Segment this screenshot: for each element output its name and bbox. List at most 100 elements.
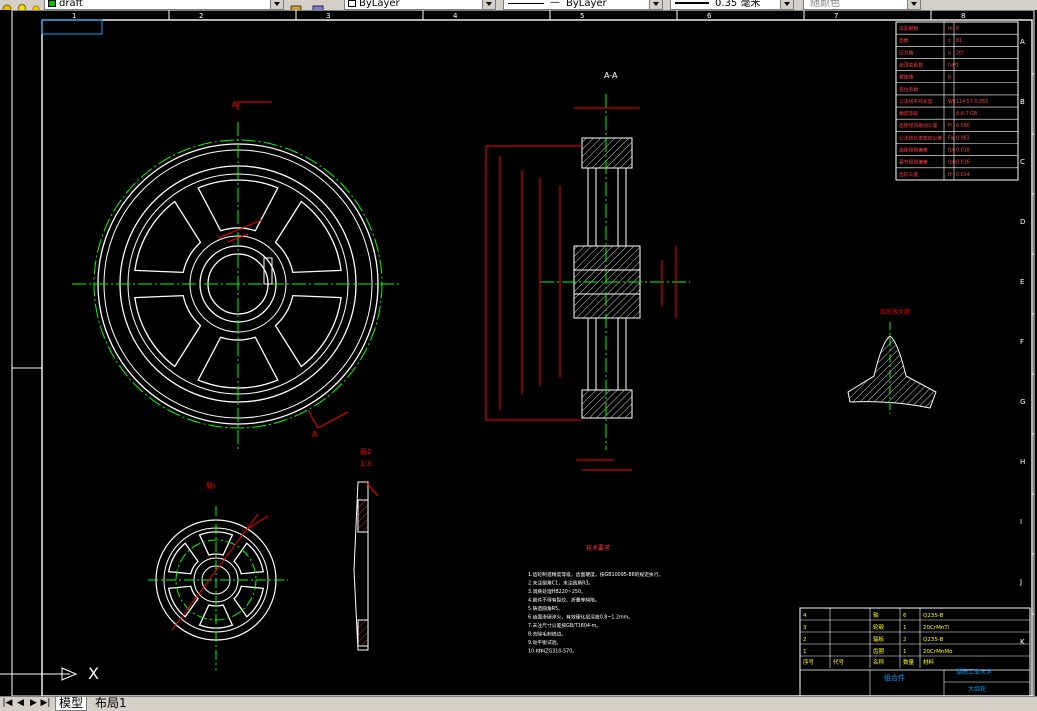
section-arrow-top [237,101,272,110]
zone-number-8: 8 [961,12,965,20]
gear-parameter-table: 法向模数 m 8齿数 z 81压力角 α 20°齿顶高系数 ha* 1螺旋角 β变位系数公法线平均… [895,21,1019,181]
technical-notes: 技术要求 1.齿轮制造精度等级，齿面硬度，按GB10095-88的规定执行。 2.… [528,544,663,655]
detail2-label: 局2 [360,448,371,456]
param-symbol: α [948,51,951,56]
tooth-profile [847,335,937,409]
color-dropdown[interactable]: ByLayer [344,0,496,10]
layer-state-icon[interactable] [2,0,14,14]
section-arrow-bottom [307,409,349,429]
assembly-cell: 组合件 [884,673,905,682]
sun-icon[interactable] [30,0,42,13]
detail1-label: 局I [206,482,215,490]
code-box [41,19,103,35]
zone-number-2: 2 [199,12,203,20]
bom-header: 代号 [833,658,845,666]
lineweight-sample [675,2,709,4]
param-name: 齿数 [899,37,909,44]
zone-letter-I: I [1020,518,1022,526]
bom-cell: 齿圈 [873,648,885,655]
param-symbol: fpb [948,160,956,166]
spoke-window [233,542,265,575]
chevron-down-icon[interactable] [482,0,495,9]
section-mark-top: A [232,100,238,109]
param-value: 0.014 [956,172,970,178]
tab-model[interactable]: 模型 [55,697,88,711]
note-line: 2.未注倒角C1，未注圆角R3。 [528,580,593,587]
lineweight-value: 0.35 毫米 [715,0,761,9]
param-value: 8-8-7 GB [956,111,977,117]
bom-cell: 轴 [873,611,879,619]
school-cell: 湖南工业大学 [956,668,992,676]
bom-header: 材料 [923,658,935,666]
bom-cell: 2 [803,637,807,643]
param-symbol: β [948,75,951,81]
param-symbol: m [948,27,953,32]
note-line: 7.未注尺寸公差按GB/T1804-m。 [528,622,601,629]
layer-color-swatch [48,0,56,7]
param-name: 压力角 [899,49,914,56]
bom-header: 序号 [803,658,815,666]
chevron-down-icon[interactable] [907,0,920,9]
ucs-x-label: X [88,664,99,683]
ucs-icon: X [0,660,99,690]
detail2-scale: 1:3 [360,460,371,468]
zone-letter-K: K [1020,638,1025,646]
param-value: 114.57-0.055 [956,99,988,105]
param-value: 0.018 [956,148,970,154]
note-line: 4.锻件不得有裂纹、折叠等缺陷。 [528,597,600,604]
param-name: 法向模数 [899,25,918,32]
zone-letter-B: B [1020,98,1025,106]
param-symbol: Fr [948,123,952,129]
param-symbol: ff [948,172,952,178]
param-name: 基节极限偏差 [899,159,928,166]
plotstyle-dropdown[interactable]: 随颜色 [803,0,921,10]
note-line: 6.齿面渗碳淬火，有效硬化层深度0.8~1.2mm。 [528,614,633,621]
drawing-canvas[interactable]: 12345678 ABCDEFGHIJK A A A-A 局I 局2 1:3 齿… [0,10,1037,696]
bom-cell: 1 [903,625,907,631]
chevron-down-icon[interactable] [270,0,283,9]
bom-cell: 辐板 [873,635,885,643]
zone-number-1: 1 [72,12,76,20]
detail-view-2 [353,481,379,651]
section-view [573,137,641,419]
param-name: 精度等级 [899,110,918,117]
param-name: 公法线长度变动公差 [899,134,942,141]
bom-header: 名称 [873,658,885,666]
title-block: 4 轴 6 Q235-B 3 轮毂 1 20CrMnTi 2 辐板 2 Q235-B 1 齿圈 1 20CrM… [799,607,1031,696]
layer-previous-icon[interactable] [312,0,324,14]
param-name: 公法线平均长度 [899,98,933,105]
param-value: 8 [956,26,959,32]
layer-dropdown[interactable]: draft [44,0,284,10]
bom-cell: 4 [803,613,807,619]
linetype-value: ByLayer [566,0,607,9]
section-mark-bottom: A [312,430,318,439]
spoke-window [233,585,265,618]
linetype-dropdown[interactable]: — ByLayer [503,0,663,10]
make-current-layer-icon[interactable] [290,0,302,14]
zone-number-5: 5 [580,12,584,20]
last-tab-icon[interactable]: ▶| [40,698,51,709]
param-name: 齿圈径向跳动公差 [899,122,938,129]
zone-number-6: 6 [707,12,712,20]
plotstyle-value: 随颜色 [810,0,840,9]
param-name: 齿距极限偏差 [899,147,928,154]
color-swatch [348,0,356,7]
zone-letter-A: A [1020,38,1025,46]
chevron-down-icon[interactable] [780,0,793,9]
prev-tab-icon[interactable]: ◀ [15,698,26,709]
layout-tabbar: |◀ ◀ ▶ ▶| 模型 布局1 [0,696,1037,711]
zone-letter-F: F [1020,338,1024,346]
lineweight-dropdown[interactable]: 0.35 毫米 [670,0,794,10]
next-tab-icon[interactable]: ▶ [28,698,39,709]
chevron-down-icon[interactable] [649,0,662,9]
note-line: 10.材料ZG310-570。 [528,648,577,655]
tab-layout1[interactable]: 布局1 [92,697,130,710]
note-line: 8.去除毛刺锐边。 [528,631,566,638]
note-line: 1.齿轮制造精度等级，齿面硬度，按GB10095-88的规定执行。 [528,571,663,578]
note-line: 5.铸造圆角R5。 [528,605,563,612]
param-name: 齿顶高系数 [899,61,923,68]
first-tab-icon[interactable]: |◀ [2,698,13,709]
lightbulb-icon[interactable] [16,0,28,12]
bom-cell: 20CrMnMo [923,649,953,655]
color-value: ByLayer [359,0,400,9]
